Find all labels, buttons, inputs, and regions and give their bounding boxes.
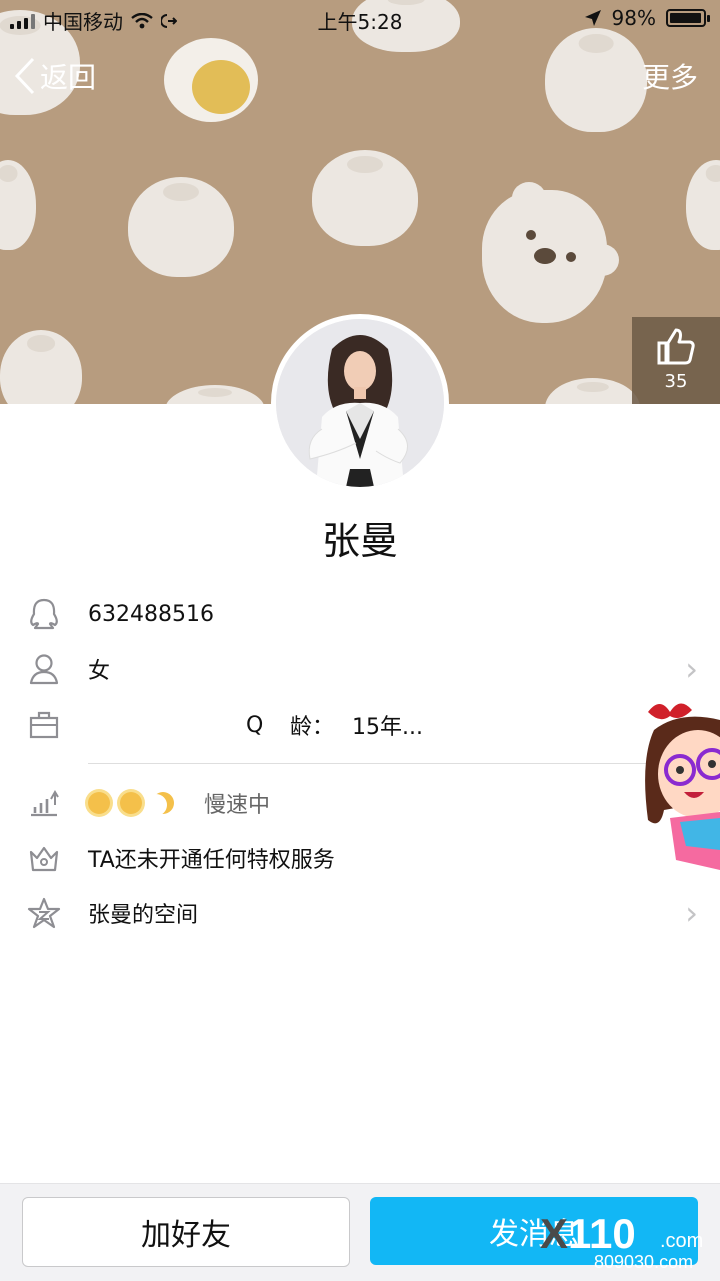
avatar-photo <box>276 319 444 487</box>
more-button[interactable]: 更多 <box>642 56 698 96</box>
location-arrow-icon <box>584 10 601 26</box>
bear-ear-decoration <box>512 182 546 214</box>
add-friend-button[interactable]: 加好友 <box>22 1197 350 1267</box>
bear-ear-decoration <box>585 244 619 276</box>
status-bar: 中国移动 上午5:28 98% <box>0 0 720 36</box>
profile-name: 张曼 <box>321 519 398 563</box>
battery-percent: 98% <box>611 6 656 30</box>
qzone-text: 张曼的空间 <box>88 903 199 928</box>
bun-decoration <box>686 160 720 250</box>
level-chart-icon <box>26 785 62 821</box>
cartoon-girl-sticker <box>640 700 720 870</box>
bun-decoration <box>545 378 640 404</box>
gender-value: 女 <box>88 659 111 684</box>
level-row[interactable]: 慢速中 <box>0 775 720 831</box>
briefcase-icon <box>26 707 62 743</box>
egg-yolk-decoration <box>192 60 250 114</box>
bun-decoration <box>312 150 418 246</box>
moon-icon <box>152 792 174 814</box>
crown-icon <box>26 840 62 876</box>
speed-status: 慢速中 <box>204 793 271 818</box>
watermark-logo: X110 <box>540 1210 636 1257</box>
star-icon <box>26 895 62 931</box>
thumbs-up-icon <box>657 328 695 365</box>
privilege-row[interactable]: TA还未开通任何特权服务 <box>0 830 720 886</box>
section-divider <box>88 763 720 764</box>
sun-icon <box>120 792 142 814</box>
bun-decoration <box>165 385 265 404</box>
watermark-subtext: 809030.com <box>594 1252 694 1272</box>
sun-icon <box>88 792 110 814</box>
battery-icon <box>666 9 710 27</box>
level-badges: 慢速中 <box>88 787 270 819</box>
bun-decoration <box>0 160 36 250</box>
person-portrait-icon <box>276 319 444 487</box>
bun-decoration <box>128 177 234 277</box>
bun-decoration <box>0 330 82 404</box>
privilege-text: TA还未开通任何特权服务 <box>88 848 335 873</box>
like-button[interactable]: 35 <box>632 317 720 404</box>
back-button[interactable]: 返回 <box>14 56 96 96</box>
avatar[interactable] <box>271 314 449 492</box>
person-icon <box>26 651 62 687</box>
chevron-left-icon <box>14 57 35 95</box>
q-age-row: Q 龄： 15年... <box>0 697 720 753</box>
qzone-row[interactable]: 张曼的空间 › <box>0 885 720 941</box>
penguin-icon <box>26 596 62 632</box>
bun-decoration <box>545 28 647 132</box>
back-label: 返回 <box>40 61 97 94</box>
watermark-domain: .com <box>660 1230 704 1252</box>
site-watermark: X110 .com 809030.com <box>540 1210 720 1280</box>
qq-number: 632488516 <box>88 601 214 627</box>
chevron-right-icon: › <box>685 894 698 932</box>
qq-number-row: 632488516 <box>0 586 720 642</box>
chevron-right-icon: › <box>685 650 698 688</box>
q-label: Q <box>246 712 264 738</box>
like-count: 35 <box>664 371 688 392</box>
age-value: 15年... <box>352 715 423 740</box>
gender-row[interactable]: 女 › <box>0 641 720 697</box>
age-label: 龄： <box>290 715 335 740</box>
